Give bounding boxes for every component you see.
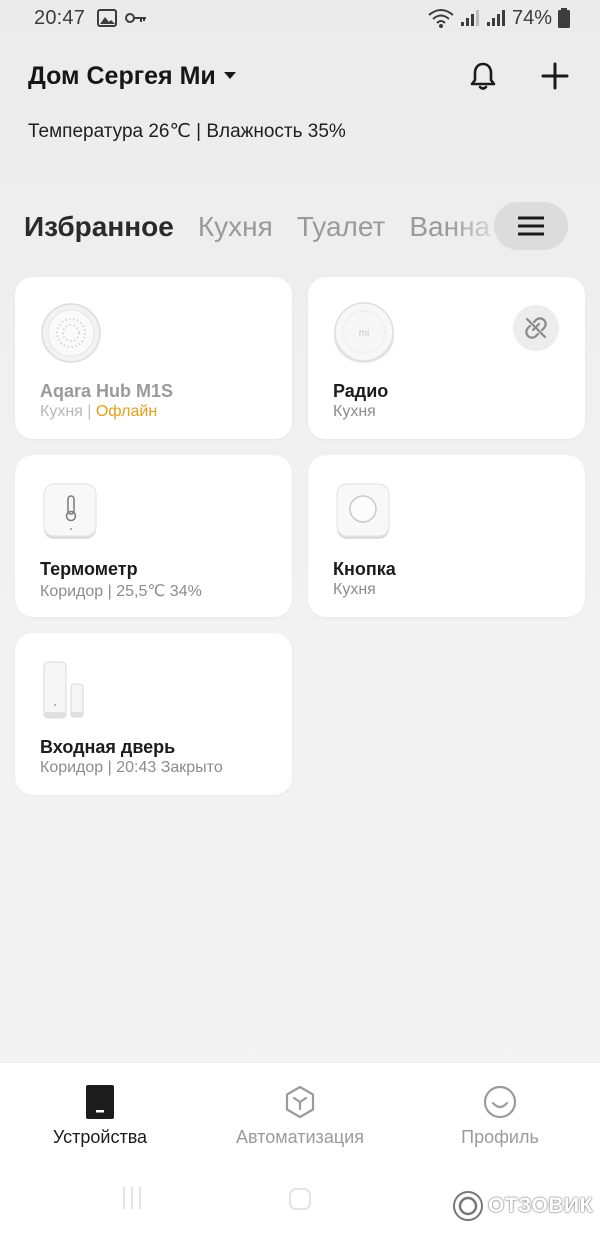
battery-level: 74% (511, 6, 552, 29)
header: Дом Сергея Ми (0, 52, 600, 100)
automation-icon (285, 1085, 315, 1119)
unlinked-badge[interactable] (513, 305, 559, 351)
device-room: Коридор | 25,5℃ 34% (40, 583, 202, 600)
climate-summary: Температура 26℃ | Влажность 35% (28, 121, 346, 142)
profile-icon (483, 1085, 517, 1119)
hub-icon (41, 303, 101, 363)
thermometer-icon (43, 483, 97, 539)
nav-devices[interactable]: Устройства (0, 1085, 200, 1155)
speaker-icon: mi (334, 302, 394, 363)
nav-automation[interactable]: Автоматизация (200, 1085, 400, 1155)
image-icon (97, 9, 118, 27)
status-bar: 20:47 74% (0, 0, 600, 36)
plus-icon (541, 62, 569, 90)
device-name: Кнопка (333, 559, 396, 579)
wifi-icon (428, 9, 454, 28)
status-time: 20:47 (34, 6, 86, 29)
device-room: Коридор | 20:43 Закрыто (40, 759, 223, 776)
watermark-text: ОТЗОВИК (488, 1194, 593, 1217)
device-card-radio[interactable]: mi Радио Кухня (308, 277, 585, 439)
watermark-logo-icon (453, 1191, 483, 1221)
watermark: ОТЗОВИК (452, 1190, 593, 1222)
bell-icon (470, 62, 496, 90)
nav-label: Автоматизация (236, 1127, 364, 1147)
device-card-thermometer[interactable]: Термометр Коридор | 25,5℃ 34% (15, 455, 292, 617)
device-name: Входная дверь (40, 737, 176, 757)
device-name: Aqara Hub M1S (40, 381, 174, 401)
menu-icon (518, 216, 544, 236)
battery-icon (558, 8, 570, 28)
button-icon (336, 483, 390, 539)
add-device-button[interactable] (538, 59, 572, 93)
device-room: Кухня (333, 581, 376, 598)
device-room: Кухня (333, 403, 376, 420)
device-card-hub[interactable]: Aqara Hub M1S Кухня | Офлайн (15, 277, 292, 439)
app-screen: 20:47 74% Дом Сергея Ми Температура 26℃ … (0, 0, 600, 1233)
door-sensor-icon (43, 661, 84, 719)
device-name: Радио (333, 381, 389, 401)
device-room: Кухня (40, 403, 83, 420)
offline-status: Офлайн (95, 403, 158, 420)
home-selector[interactable]: Дом Сергея Ми (28, 62, 236, 91)
svg-text:mi: mi (359, 328, 370, 339)
unlink-icon (525, 317, 547, 339)
key-icon (125, 13, 147, 23)
device-status-line: Кухня | Офлайн (40, 403, 157, 421)
signal-icon (486, 10, 505, 26)
nav-profile[interactable]: Профиль (400, 1085, 600, 1155)
tab-toilet[interactable]: Туалет (297, 211, 386, 243)
recent-apps-icon[interactable] (120, 1185, 144, 1211)
home-name: Дом Сергея Ми (28, 61, 216, 90)
devices-icon (86, 1085, 114, 1119)
nav-label: Профиль (461, 1127, 539, 1147)
tab-favorites[interactable]: Избранное (24, 211, 174, 243)
signal-icon (460, 10, 479, 26)
tab-kitchen[interactable]: Кухня (198, 211, 273, 243)
caret-down-icon (223, 72, 236, 79)
separator: | (87, 403, 92, 420)
rooms-menu-button[interactable] (494, 202, 568, 250)
notifications-button[interactable] (466, 59, 500, 93)
device-name: Термометр (40, 559, 138, 579)
device-card-button[interactable]: Кнопка Кухня (308, 455, 585, 617)
home-system-icon[interactable] (288, 1187, 312, 1211)
device-card-door[interactable]: Входная дверь Коридор | 20:43 Закрыто (15, 633, 292, 795)
nav-label: Устройства (52, 1127, 148, 1147)
